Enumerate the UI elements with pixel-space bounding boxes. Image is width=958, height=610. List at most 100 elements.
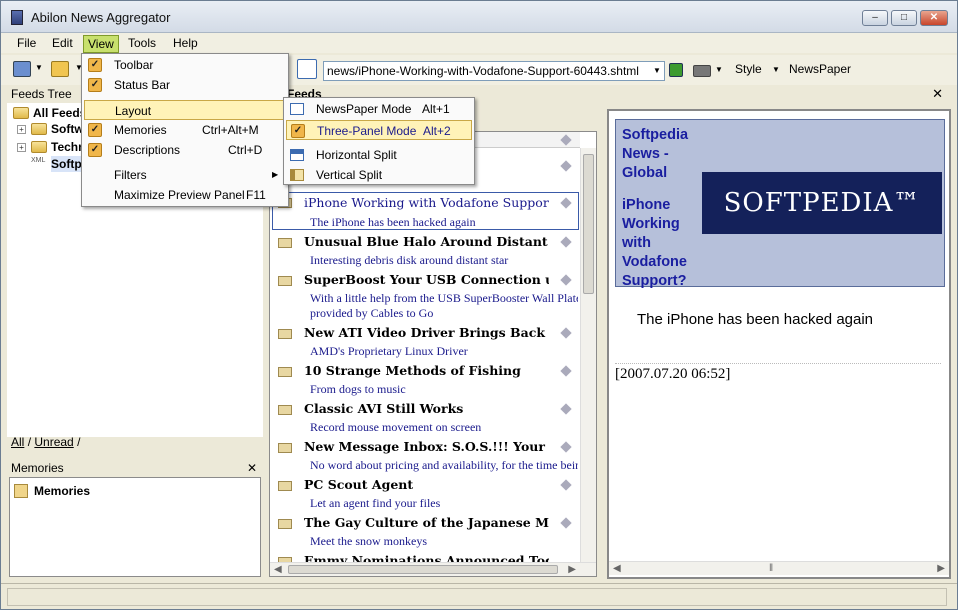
scroll-thumb[interactable] [583, 154, 594, 294]
status-panel [7, 588, 947, 606]
menu-item-filters[interactable]: Filters ▶ [84, 165, 286, 185]
envelope-icon [278, 443, 292, 453]
unread-icon [560, 236, 572, 248]
newspaper-icon [290, 103, 304, 115]
menu-item-descriptions[interactable]: ✓ Descriptions Ctrl+D [84, 140, 286, 160]
envelope-icon [278, 329, 292, 339]
scroll-right-icon[interactable]: ▶ [568, 564, 576, 575]
go-arrow-icon[interactable] [669, 63, 683, 77]
divider [615, 363, 941, 364]
list-item-title[interactable]: 10 Strange Methods of Fishing [304, 363, 549, 378]
softpedia-logo: SOFTPEDIA™ [702, 172, 942, 234]
close-icon[interactable]: ✕ [932, 85, 943, 103]
memories-item[interactable]: Memories [34, 483, 90, 499]
expand-icon[interactable]: + [17, 125, 26, 134]
list-item-desc: From dogs to music [310, 382, 406, 396]
menu-item-layout[interactable]: Layout [84, 100, 286, 120]
menu-item-memories[interactable]: ✓ Memories Ctrl+Alt+M [84, 120, 286, 140]
minimize-button[interactable]: – [862, 10, 888, 26]
view-menu: ✓ Toolbar ✓ Status Bar Layout ✓ Memories… [81, 53, 289, 207]
menu-help[interactable]: Help [169, 35, 202, 51]
expand-icon[interactable]: + [17, 143, 26, 152]
menu-item-horizontal-split[interactable]: Horizontal Split [286, 145, 472, 165]
url-field[interactable]: news/iPhone-Working-with-Vodafone-Suppor… [323, 61, 665, 81]
envelope-icon [278, 238, 292, 248]
tab-separator: / [27, 435, 32, 449]
list-item-desc: Interesting debris disk around distant s… [310, 253, 509, 267]
window-title: Abilon News Aggregator [31, 10, 171, 25]
folder-icon [31, 123, 47, 135]
memories-header: Memories ✕ [7, 459, 263, 477]
menu-item-three-panel-mode[interactable]: ✓ Three-Panel Mode Alt+2 [286, 120, 472, 140]
menu-item-label: Status Bar [114, 78, 171, 92]
menu-item-label: Vertical Split [316, 168, 383, 182]
horizontal-scrollbar[interactable]: ◀ ▶ [270, 562, 596, 576]
scroll-left-icon[interactable]: ◀ [613, 563, 621, 574]
device-icon[interactable] [693, 65, 711, 77]
menu-file[interactable]: File [13, 35, 40, 51]
preview-header-card: Softpedia News - Global iPhone Working w… [615, 119, 945, 289]
list-item-title[interactable]: New Message Inbox: S.O.S.!!! Your H... [304, 439, 549, 454]
open-folder-icon[interactable] [51, 61, 69, 77]
status-bar [1, 583, 957, 609]
menu-item-label: Maximize Preview Panel [114, 188, 245, 202]
menu-edit[interactable]: Edit [48, 35, 77, 51]
list-item-title[interactable]: PC Scout Agent [304, 477, 549, 492]
envelope-icon [278, 481, 292, 491]
vertical-scrollbar[interactable] [580, 148, 596, 562]
menu-tools[interactable]: Tools [124, 35, 160, 51]
menu-item-newspaper-mode[interactable]: NewsPaper Mode Alt+1 [286, 99, 472, 119]
menu-item-status-bar[interactable]: ✓ Status Bar [84, 75, 286, 95]
url-dropdown-icon[interactable]: ▼ [650, 62, 664, 80]
check-icon: ✓ [291, 124, 305, 138]
maximize-button[interactable]: □ [891, 10, 917, 26]
chevron-down-icon[interactable]: ▼ [772, 65, 780, 74]
tree-filter-tabs: All / Unread / [11, 435, 80, 449]
menu-item-label: Descriptions [114, 143, 181, 157]
scroll-right-icon[interactable]: ▶ [937, 563, 945, 574]
scroll-left-icon[interactable]: ◀ [274, 564, 282, 575]
list-item-title[interactable]: Unusual Blue Halo Around Distant St... [304, 234, 549, 249]
tab-all[interactable]: All [11, 435, 24, 449]
list-item-desc: AMD's Proprietary Linux Driver [310, 344, 468, 358]
feeds-tree-title: Feeds Tree [11, 87, 72, 101]
scroll-thumb[interactable] [288, 565, 558, 574]
tree-item-all-feeds[interactable]: All Feeds [33, 105, 86, 121]
chevron-down-icon[interactable]: ▼ [35, 63, 43, 72]
list-item-title[interactable]: SuperBoost Your USB Connection up... [304, 272, 549, 287]
menu-shortcut: Alt+2 [423, 124, 451, 138]
newspaper-button[interactable]: NewsPaper [789, 62, 851, 76]
style-button[interactable]: Style [735, 62, 762, 76]
memories-icon [14, 484, 28, 498]
close-icon[interactable]: ✕ [247, 459, 257, 477]
menu-item-maximize-preview[interactable]: Maximize Preview Panel F11 [84, 185, 286, 205]
preview-horizontal-scrollbar[interactable]: ◀ ‖ ▶ [609, 561, 949, 575]
list-item-title[interactable]: New ATI Video Driver Brings Back F... [304, 325, 549, 340]
new-feed-icon[interactable] [13, 61, 31, 77]
preview-article-title[interactable]: iPhone Working with Vodafone Support? [622, 196, 706, 291]
close-button[interactable]: ✕ [920, 10, 948, 26]
menu-item-vertical-split[interactable]: Vertical Split [286, 165, 472, 185]
chevron-down-icon[interactable]: ▼ [715, 65, 723, 74]
check-icon: ✓ [88, 78, 102, 92]
preview-feed-title[interactable]: Softpedia News - Global [622, 126, 706, 183]
newspaper-view-icon[interactable] [297, 59, 317, 79]
menu-shortcut: F11 [246, 188, 266, 202]
list-item-title[interactable]: The Gay Culture of the Japanese Mo... [304, 515, 549, 530]
list-item-desc: The iPhone has been hacked again [310, 215, 476, 229]
menu-bar: File Edit View Tools Help [1, 33, 957, 53]
list-item-title[interactable]: Classic AVI Still Works [304, 401, 549, 416]
menu-view[interactable]: View [83, 35, 119, 53]
layout-submenu: NewsPaper Mode Alt+1 ✓ Three-Panel Mode … [283, 97, 475, 185]
tab-unread[interactable]: Unread [34, 435, 73, 449]
scroll-grip-icon[interactable]: ‖ [769, 563, 773, 574]
tree-item-software[interactable]: Softw [51, 121, 84, 137]
url-text: news/iPhone-Working-with-Vodafone-Suppor… [327, 64, 639, 78]
menu-shortcut: Ctrl+D [228, 143, 263, 157]
list-item-desc: Let an agent find your files [310, 496, 441, 510]
unread-icon [560, 479, 572, 491]
memories-title: Memories [11, 461, 64, 475]
list-item-title[interactable]: iPhone Working with Vodafone Support? [304, 195, 549, 210]
app-window: Abilon News Aggregator – □ ✕ File Edit V… [0, 0, 958, 610]
menu-item-toolbar[interactable]: ✓ Toolbar [84, 55, 286, 75]
